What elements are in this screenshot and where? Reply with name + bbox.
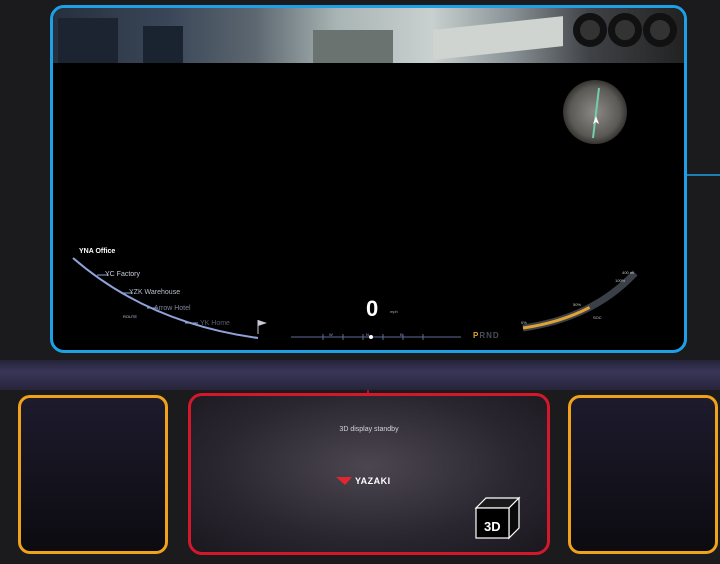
yazaki-logo: YAZAKI [336,476,391,486]
standby-text: 3D display standby [339,426,399,433]
dashboard-strip [0,360,720,390]
left-display [18,395,168,554]
brand-name: YAZAKI [355,476,391,486]
3d-badge: 3D [474,496,521,540]
yazaki-logo-icon [336,477,352,485]
center-3d-display: 3D display standby YAZAKI 3D [188,393,550,555]
badge-label: 3D [484,519,501,534]
right-display [568,395,718,554]
